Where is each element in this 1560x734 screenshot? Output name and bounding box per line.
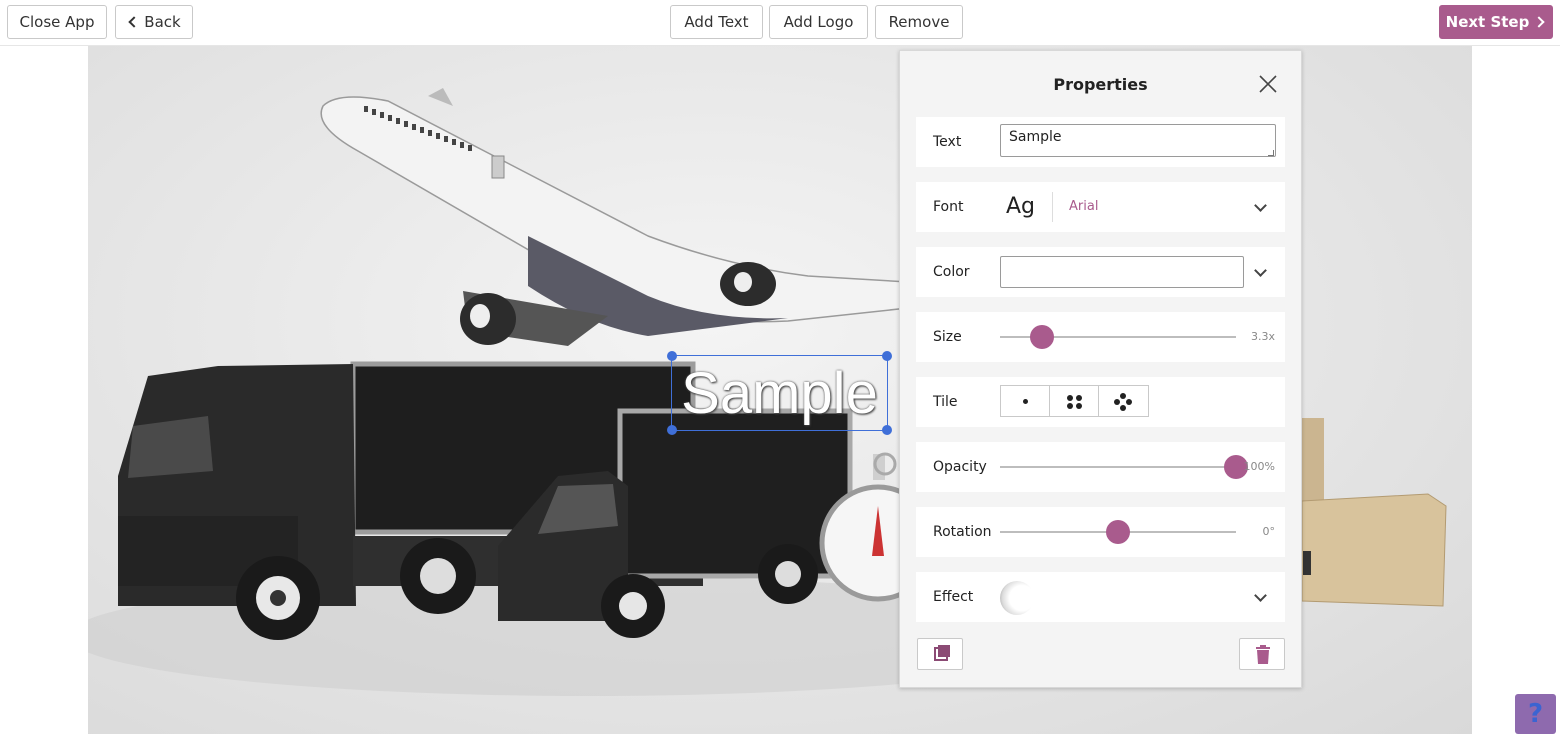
properties-title: Properties [1053, 75, 1148, 94]
opacity-slider-track[interactable] [1000, 466, 1236, 468]
airplane-graphic [320, 88, 909, 346]
next-step-button[interactable]: Next Step [1439, 5, 1553, 39]
chevron-down-icon[interactable] [1254, 199, 1267, 212]
add-text-button[interactable]: Add Text [670, 5, 763, 39]
size-label: Size [933, 329, 962, 345]
duplicate-button[interactable] [917, 638, 963, 670]
effect-label: Effect [933, 589, 974, 605]
chevron-left-icon [128, 16, 140, 28]
font-divider [1052, 192, 1053, 222]
back-label: Back [144, 13, 181, 31]
effect-row: Effect [916, 572, 1285, 622]
top-toolbar: Close App Back Add Text Add Logo Remove … [0, 0, 1560, 46]
rotation-row: Rotation 0° [916, 507, 1285, 557]
opacity-value: 100% [1243, 460, 1275, 473]
single-dot-icon[interactable] [1001, 386, 1050, 416]
tile-options [1000, 385, 1149, 417]
boxes-graphic [1301, 418, 1447, 607]
back-button[interactable]: Back [115, 5, 193, 39]
help-button[interactable]: ? [1515, 694, 1556, 734]
help-label: ? [1527, 699, 1544, 729]
properties-panel: Properties Text Sample Font Ag Arial Col… [899, 50, 1302, 688]
resize-handle-bottom-right[interactable] [882, 425, 892, 435]
size-value: 3.3x [1250, 330, 1275, 343]
opacity-row: Opacity 100% [916, 442, 1285, 492]
close-app-button[interactable]: Close App [7, 5, 107, 39]
tile-label: Tile [933, 394, 958, 410]
font-preview: Ag [1006, 194, 1036, 219]
resize-handle-top-right[interactable] [882, 351, 892, 361]
four-dots-icon[interactable] [1050, 386, 1099, 416]
remove-label: Remove [888, 13, 950, 31]
font-select-value[interactable]: Arial [1069, 182, 1098, 232]
color-input[interactable] [1000, 256, 1244, 288]
size-slider-thumb[interactable] [1030, 325, 1055, 349]
close-icon[interactable] [1259, 75, 1277, 93]
rotation-label: Rotation [933, 524, 992, 540]
size-row: Size 3.3x [916, 312, 1285, 362]
opacity-label: Opacity [933, 459, 987, 475]
sample-text-element[interactable]: Sample [667, 351, 892, 435]
sample-text: Sample [681, 360, 878, 426]
delete-button[interactable] [1239, 638, 1285, 670]
add-logo-label: Add Logo [783, 13, 854, 31]
resize-handle-top-left[interactable] [667, 351, 677, 361]
chevron-down-icon[interactable] [1254, 589, 1267, 602]
color-row: Color [916, 247, 1285, 297]
trash-icon [1256, 645, 1270, 664]
add-logo-button[interactable]: Add Logo [769, 5, 868, 39]
textarea-resize-icon[interactable] [1268, 150, 1274, 156]
chevron-right-icon [1533, 16, 1546, 28]
close-app-label: Close App [19, 13, 95, 31]
rotation-slider-thumb[interactable] [1106, 520, 1130, 544]
chevron-down-icon[interactable] [1254, 264, 1267, 277]
remove-button[interactable]: Remove [875, 5, 963, 39]
text-input[interactable]: Sample [1000, 124, 1276, 157]
color-label: Color [933, 264, 970, 280]
next-step-label: Next Step [1445, 13, 1530, 31]
font-row: Font Ag Arial [916, 182, 1285, 232]
rotation-value: 0° [1262, 525, 1276, 538]
font-label: Font [933, 199, 964, 215]
resize-handle-bottom-left[interactable] [667, 425, 677, 435]
diamond-dots-icon[interactable] [1099, 386, 1148, 416]
tile-row: Tile [916, 377, 1285, 427]
add-text-label: Add Text [684, 13, 749, 31]
duplicate-icon [934, 645, 950, 661]
text-label: Text [933, 134, 962, 150]
text-row: Text Sample [916, 117, 1285, 167]
effect-preview-icon[interactable] [1000, 581, 1034, 615]
